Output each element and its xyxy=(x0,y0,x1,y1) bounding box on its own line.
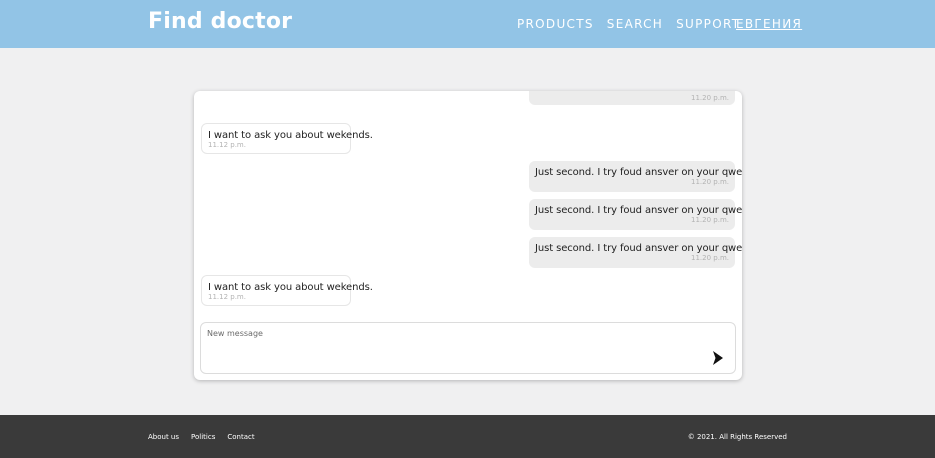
nav-item-support[interactable]: SUPPORT xyxy=(676,17,740,31)
send-button[interactable] xyxy=(712,350,724,365)
user-profile-link[interactable]: ЕВГЕНИЯ xyxy=(736,17,802,31)
message-time: 11.20 p.m. xyxy=(691,178,729,186)
message-outgoing: 11.20 p.m. xyxy=(529,91,735,105)
message-time: 11.20 p.m. xyxy=(691,94,729,102)
new-message-input[interactable] xyxy=(207,329,707,367)
message-time: 11.20 p.m. xyxy=(691,254,729,262)
nav-item-products[interactable]: PRODUCTS xyxy=(517,17,594,31)
message-time: 11.12 p.m. xyxy=(208,141,246,149)
message-outgoing: Just second. I try foud ansver on your q… xyxy=(529,237,742,268)
message-outgoing: Just second. I try foud ansver on your q… xyxy=(529,199,742,230)
copyright-text: © 2021. All Rights Reserved xyxy=(687,433,787,441)
message-text: Just second. I try foud ansver on your q… xyxy=(535,205,742,216)
message-outgoing: Just second. I try foud ansver on your q… xyxy=(529,161,742,192)
message-incoming: I want to ask you about wekends. 11.12 p… xyxy=(201,275,373,306)
message-text: Just second. I try foud ansver on your q… xyxy=(535,243,742,254)
footer-link-contact[interactable]: Contact xyxy=(227,433,254,441)
send-arrow-icon xyxy=(713,351,723,365)
chat-panel: 11.20 p.m. I want to ask you about weken… xyxy=(194,91,742,380)
message-time: 11.20 p.m. xyxy=(691,216,729,224)
site-header: Find doctor PRODUCTS SEARCH SUPPORT ЕВГЕ… xyxy=(0,0,935,48)
message-composer xyxy=(200,322,736,374)
main-nav: PRODUCTS SEARCH SUPPORT xyxy=(517,17,740,31)
site-logo[interactable]: Find doctor xyxy=(148,9,292,34)
message-list[interactable]: 11.20 p.m. I want to ask you about weken… xyxy=(194,91,742,315)
message-text: I want to ask you about wekends. xyxy=(208,282,373,293)
message-incoming: I want to ask you about wekends. 11.12 p… xyxy=(201,123,373,154)
nav-item-search[interactable]: SEARCH xyxy=(607,17,663,31)
footer-link-politics[interactable]: Politics xyxy=(191,433,215,441)
footer-link-about[interactable]: About us xyxy=(148,433,179,441)
footer-links: About us Politics Contact xyxy=(148,433,255,441)
message-text: Just second. I try foud ansver on your q… xyxy=(535,167,742,178)
message-time: 11.12 p.m. xyxy=(208,293,246,301)
site-footer: About us Politics Contact © 2021. All Ri… xyxy=(0,415,935,458)
message-text: I want to ask you about wekends. xyxy=(208,130,373,141)
